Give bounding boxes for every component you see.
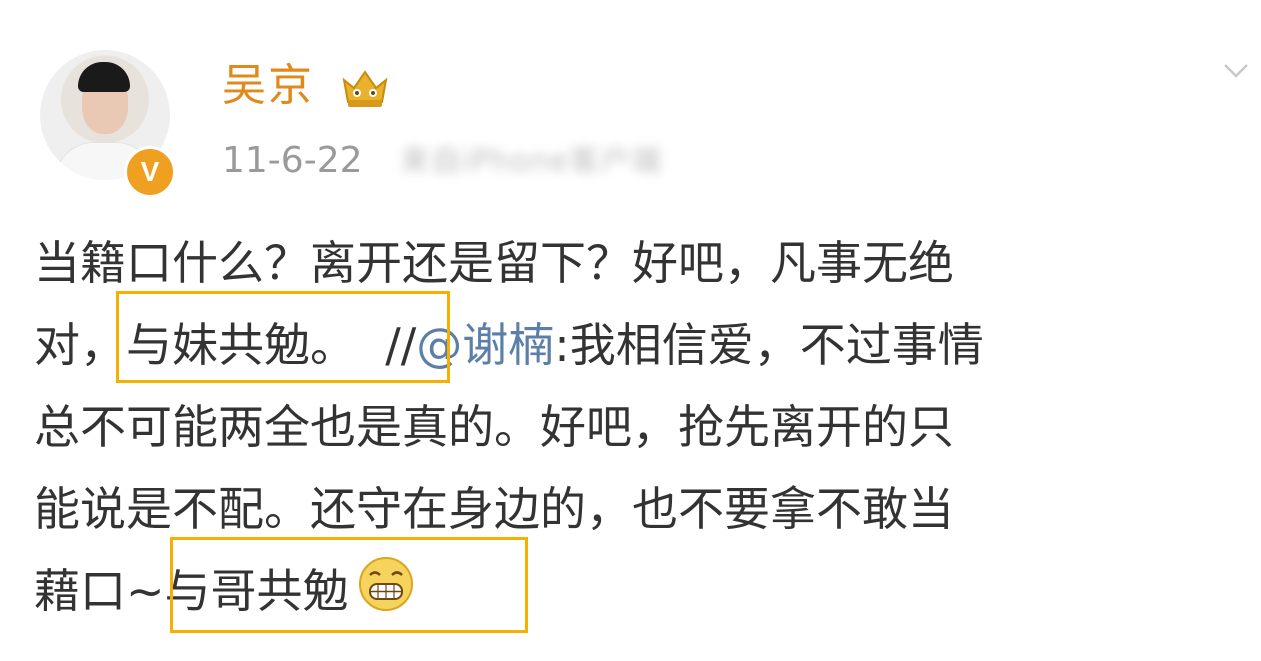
highlight-box-sister (116, 291, 450, 383)
content-line-3: 总不可能两全也是真的。好吧，抢先离开的只 (34, 400, 954, 454)
content-text: :我相信爱，不过事情 (554, 318, 984, 372)
avatar-hair (78, 62, 130, 92)
tilde-text: ~ (126, 564, 165, 618)
author-name[interactable]: 吴京 (222, 56, 314, 116)
content-text: 藉口 (34, 564, 126, 618)
post-timestamp[interactable]: 11-6-22 (222, 136, 363, 186)
verified-badge-icon: V (124, 146, 176, 198)
post-source-blurred: 来自iPhone客户端 (400, 144, 663, 179)
weibo-post: V 吴京 11-6-22 来自iPhone客户端 当籍口什么？离开还是留下？好吧… (0, 0, 1261, 661)
crown-vip-icon (342, 70, 388, 107)
chevron-down-icon[interactable] (1222, 56, 1250, 84)
content-text: 对， (34, 318, 126, 372)
highlight-box-brother (170, 537, 528, 633)
